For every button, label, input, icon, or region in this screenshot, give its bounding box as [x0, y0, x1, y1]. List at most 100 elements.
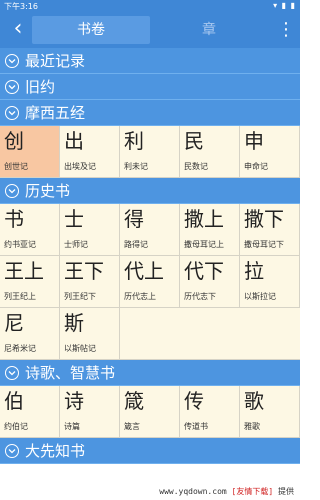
section-poetry[interactable]: 诗歌、智慧书	[0, 360, 300, 386]
book-abbrev: 斯	[64, 311, 84, 335]
book-abbrev: 书	[4, 207, 24, 231]
book-name: 列王纪上	[4, 292, 36, 301]
watermark-url: www.yqdown.com	[159, 487, 227, 496]
book-cell[interactable]: 申申命记	[240, 126, 300, 178]
section-title: 诗歌、智慧书	[25, 364, 116, 382]
book-name: 约伯记	[4, 422, 28, 431]
book-cell[interactable]: 得路得记	[120, 204, 180, 256]
section-major-prophets[interactable]: 大先知书	[0, 438, 300, 464]
status-bar: 下午3:16 ▾ ▮ ▮	[0, 0, 300, 12]
tab-chapters[interactable]: 章	[150, 16, 268, 44]
book-cell[interactable]: 士士师记	[60, 204, 120, 256]
book-name: 出埃及记	[64, 162, 96, 171]
book-name: 撒母耳记下	[244, 240, 284, 249]
book-name: 申命记	[244, 162, 268, 171]
status-icons: ▾ ▮ ▮	[273, 1, 296, 10]
watermark-tag: [友情下载]	[231, 487, 274, 496]
book-abbrev: 传	[184, 389, 204, 413]
section-title: 最近记录	[25, 52, 86, 70]
book-cell[interactable]: 撒下 撒母耳记下	[240, 204, 300, 256]
book-name: 民数记	[184, 162, 208, 171]
section-old-testament[interactable]: 旧约	[0, 74, 300, 100]
history-grid: 书约书亚记士士师记得路得记 撒上 撒母耳记上 撒下 撒母耳记下 王上 列王纪上 王下 列王纪下代…	[0, 204, 300, 360]
poetry-grid: 伯约伯记诗诗篇箴箴言传传道书歌雅歌	[0, 386, 300, 438]
book-abbrev: 伯	[4, 389, 24, 413]
book-name: 雅歌	[244, 422, 260, 431]
book-name: 箴言	[124, 422, 140, 431]
book-abbrev: 撒下	[244, 207, 284, 231]
book-cell[interactable]: 传传道书	[180, 386, 240, 438]
book-cell[interactable]: 创创世记	[0, 126, 60, 178]
book-list: 最近记录 旧约 摩西五经 创创世记出出埃及记利利未记民民数记申申命记 历史书 书…	[0, 48, 300, 500]
chevron-down-icon	[5, 183, 19, 198]
book-name: 尼希米记	[4, 344, 36, 353]
watermark-suffix: 提供	[278, 487, 294, 496]
book-name: 利未记	[124, 162, 148, 171]
chevron-down-icon	[5, 443, 19, 458]
back-icon[interactable]: ‹	[4, 16, 32, 44]
book-abbrev: 士	[64, 207, 84, 231]
book-cell[interactable]: 王上 列王纪上	[0, 256, 60, 308]
book-cell[interactable]: 代上 历代志上	[120, 256, 180, 308]
pentateuch-grid: 创创世记出出埃及记利利未记民民数记申申命记	[0, 126, 300, 178]
book-abbrev: 王上	[4, 259, 44, 283]
section-title: 历史书	[25, 182, 71, 200]
book-name: 传道书	[184, 422, 208, 431]
book-abbrev: 民	[184, 129, 204, 153]
chevron-down-icon	[5, 53, 19, 68]
book-abbrev: 申	[244, 129, 264, 153]
book-cell[interactable]: 民民数记	[180, 126, 240, 178]
book-name: 历代志下	[184, 292, 216, 301]
section-title: 摩西五经	[25, 104, 86, 122]
book-abbrev: 尼	[4, 311, 24, 335]
book-name: 诗篇	[64, 422, 80, 431]
chevron-down-icon	[5, 79, 19, 94]
book-abbrev: 代上	[124, 259, 164, 283]
section-pentateuch[interactable]: 摩西五经	[0, 100, 300, 126]
book-name: 士师记	[64, 240, 88, 249]
book-cell[interactable]: 撒上 撒母耳记上	[180, 204, 240, 256]
book-abbrev: 箴	[124, 389, 144, 413]
section-history[interactable]: 历史书	[0, 178, 300, 204]
chevron-down-icon	[5, 105, 19, 120]
book-name: 撒母耳记上	[184, 240, 224, 249]
book-abbrev: 出	[64, 129, 84, 153]
book-abbrev: 得	[124, 207, 144, 231]
book-cell[interactable]: 尼尼希米记	[0, 308, 60, 360]
book-cell[interactable]: 诗诗篇	[60, 386, 120, 438]
book-cell[interactable]: 拉以斯拉记	[240, 256, 300, 308]
book-cell[interactable]: 箴箴言	[120, 386, 180, 438]
book-cell[interactable]: 斯以斯帖记	[60, 308, 120, 360]
more-options-icon[interactable]: ⋮	[276, 16, 296, 44]
section-title: 旧约	[25, 78, 56, 96]
book-name: 历代志上	[124, 292, 156, 301]
book-name: 以斯拉记	[244, 292, 276, 301]
book-cell[interactable]: 出出埃及记	[60, 126, 120, 178]
watermark: www.yqdown.com [友情下载] 提供	[159, 486, 294, 497]
book-abbrev: 代下	[184, 259, 224, 283]
book-cell[interactable]: 利利未记	[120, 126, 180, 178]
book-cell[interactable]: 书约书亚记	[0, 204, 60, 256]
tab-books[interactable]: 书卷	[32, 16, 150, 44]
book-name: 以斯帖记	[64, 344, 96, 353]
book-cell[interactable]: 歌雅歌	[240, 386, 300, 438]
book-name: 创世记	[4, 162, 28, 171]
book-cell[interactable]: 伯约伯记	[0, 386, 60, 438]
book-cell[interactable]: 王下 列王纪下	[60, 256, 120, 308]
section-recent[interactable]: 最近记录	[0, 48, 300, 74]
book-cell[interactable]: 代下 历代志下	[180, 256, 240, 308]
book-abbrev: 诗	[64, 389, 84, 413]
book-name: 路得记	[124, 240, 148, 249]
book-abbrev: 创	[4, 129, 24, 153]
book-abbrev: 王下	[64, 259, 104, 283]
section-title: 大先知书	[25, 442, 86, 460]
book-abbrev: 歌	[244, 389, 264, 413]
chevron-down-icon	[5, 365, 19, 380]
book-name: 列王纪下	[64, 292, 96, 301]
app-bar: ‹ 书卷 章 ⋮	[0, 12, 300, 48]
status-time: 下午3:16	[4, 2, 38, 11]
book-abbrev: 利	[124, 129, 144, 153]
grid-filler	[120, 308, 300, 360]
book-abbrev: 撒上	[184, 207, 224, 231]
book-abbrev: 拉	[244, 259, 264, 283]
